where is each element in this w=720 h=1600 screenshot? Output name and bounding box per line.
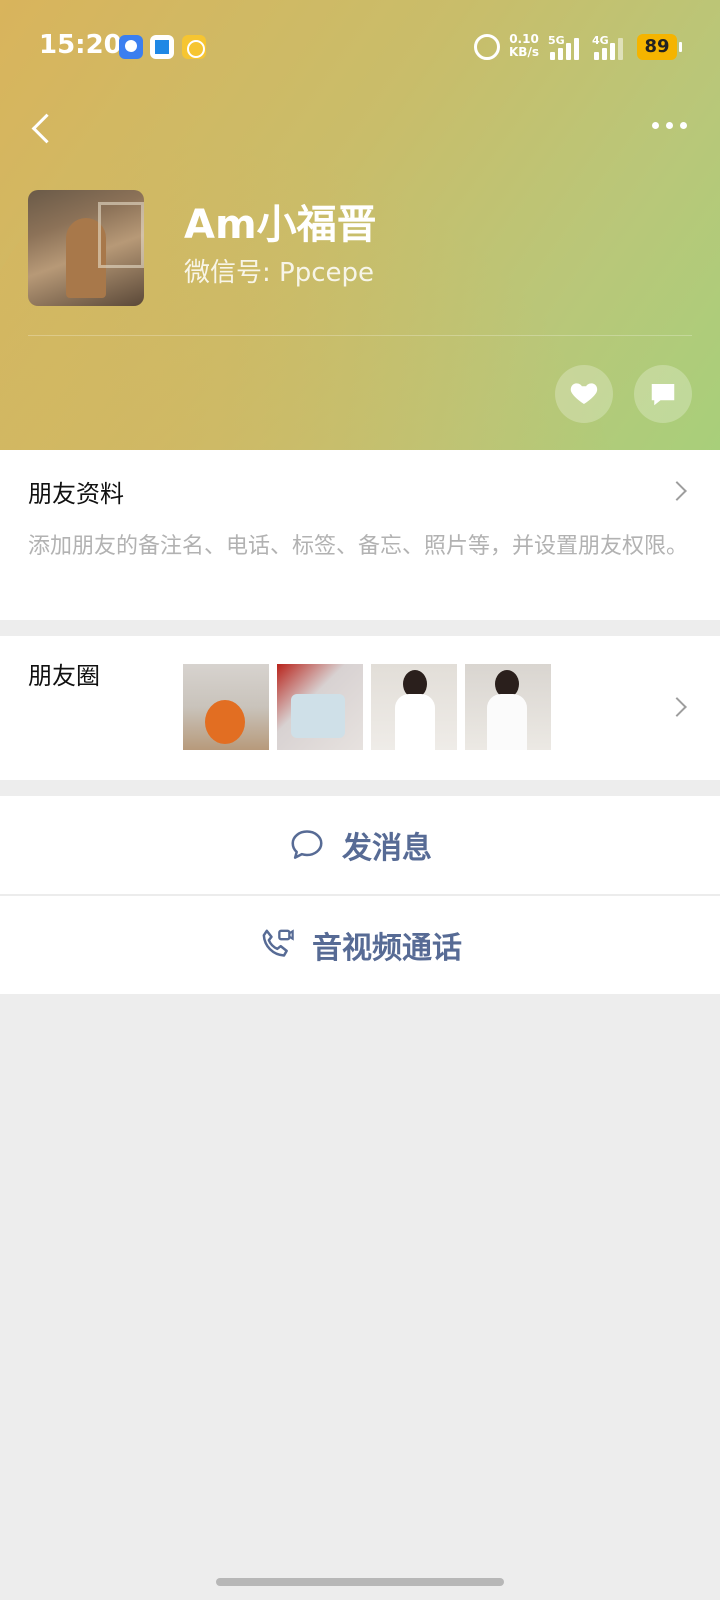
friend-info-title: 朋友资料	[28, 480, 124, 508]
status-bar: 15:20 0.10 KB/s 5G 4G 89	[0, 0, 720, 96]
alarm-icon	[474, 34, 500, 60]
friend-info-card[interactable]: 朋友资料 添加朋友的备注名、电话、标签、备忘、照片等，并设置朋友权限。	[0, 450, 720, 620]
signal-5g-icon: 5G	[548, 34, 588, 60]
chevron-right-icon	[667, 697, 687, 717]
chat-bubble-icon	[291, 830, 323, 859]
signal-label: 5G	[548, 34, 565, 47]
phone-video-icon	[262, 929, 294, 957]
network-speed: 0.10 KB/s	[509, 33, 539, 59]
battery-indicator: 89	[637, 34, 682, 60]
send-message-label: 发消息	[342, 831, 432, 866]
comment-icon	[651, 384, 675, 406]
nickname: Am小福晋	[184, 202, 377, 248]
more-options-icon[interactable]	[650, 122, 690, 132]
friend-info-description: 添加朋友的备注名、电话、标签、备忘、照片等，并设置朋友权限。	[28, 534, 689, 559]
back-arrow-icon[interactable]	[26, 108, 66, 148]
comment-button[interactable]	[634, 365, 692, 423]
chevron-right-icon	[667, 481, 687, 501]
wechat-id: 微信号: Ppcepe	[184, 258, 374, 288]
send-message-button[interactable]: 发消息	[0, 796, 720, 894]
profile-header: 15:20 0.10 KB/s 5G 4G 89 Am小福晋 微信号: Ppce…	[0, 0, 720, 450]
moments-card[interactable]: 朋友圈	[0, 636, 720, 780]
notification-app-icon	[119, 35, 143, 59]
home-indicator[interactable]	[216, 1578, 504, 1586]
avatar[interactable]	[28, 190, 144, 306]
signal-4g-icon: 4G	[592, 34, 632, 60]
notification-app-icon	[182, 35, 206, 59]
notification-app-icon	[150, 35, 174, 59]
network-speed-unit: KB/s	[509, 45, 539, 59]
signal-label: 4G	[592, 34, 609, 47]
moments-thumbnail	[183, 664, 269, 750]
moments-thumbnail	[371, 664, 457, 750]
moments-title: 朋友圈	[28, 662, 100, 690]
heart-icon	[570, 383, 598, 404]
status-time: 15:20	[39, 30, 122, 60]
like-button[interactable]	[555, 365, 613, 423]
moments-thumbnail	[465, 664, 551, 750]
av-call-label: 音视频通话	[312, 931, 462, 966]
header-divider	[28, 335, 692, 336]
av-call-button[interactable]: 音视频通话	[0, 896, 720, 994]
moments-thumbnail	[277, 664, 363, 750]
